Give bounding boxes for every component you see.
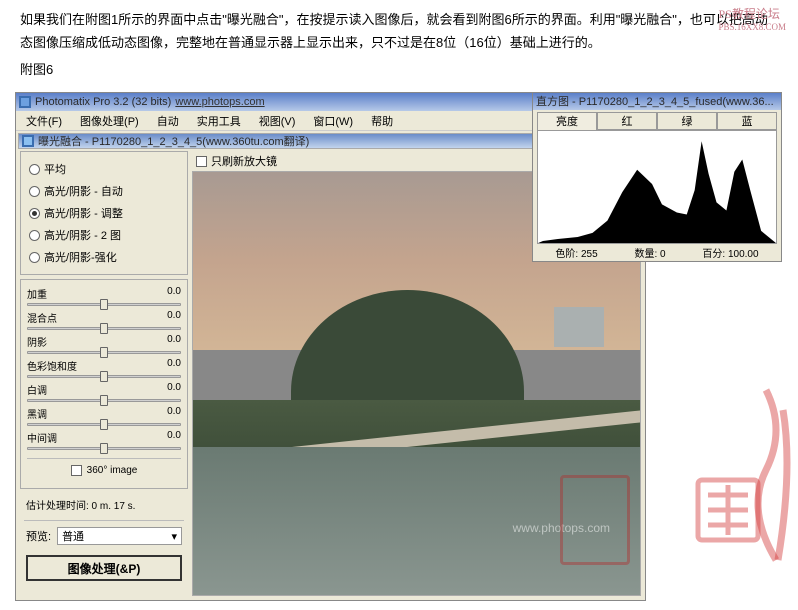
histogram-info: 色阶: 255 数量: 0 百分: 100.00 [533, 244, 781, 261]
slider-value: 0.0 [167, 430, 181, 445]
radio-icon [29, 186, 40, 197]
tab-red[interactable]: 红 [597, 112, 657, 130]
radio-hs-intensive[interactable]: 高光/阴影-强化 [29, 246, 179, 268]
slider-thumb[interactable] [100, 443, 108, 454]
preview-label: 预览: [26, 528, 51, 544]
slider-thumb[interactable] [100, 419, 108, 430]
app-icon [19, 96, 31, 108]
description-text: 如果我们在附图1所示的界面中点击"曝光融合"，在按提示读入图像后，就会看到附图6… [0, 0, 798, 59]
slider-label: 白调 [27, 382, 47, 397]
menu-window[interactable]: 窗口(W) [305, 111, 361, 131]
slider-label: 阴影 [27, 334, 47, 349]
slider-panel: 加重 0.0 混合点 0.0 阴影 0.0 色彩饱和度 0.0 白调 0.0 [20, 279, 188, 489]
histogram-window: 直方图 - P1170280_1_2_3_4_5_fused(www.36...… [532, 92, 782, 262]
menu-tools[interactable]: 实用工具 [189, 111, 249, 131]
slider-value: 0.0 [167, 286, 181, 301]
preview-select[interactable]: 普通 ▾ [57, 527, 182, 545]
slider-value: 0.0 [167, 310, 181, 325]
checkbox-360[interactable]: 360° image [27, 459, 181, 482]
checkbox-label: 360° image [87, 465, 138, 476]
slider-track[interactable] [27, 351, 181, 354]
checkbox-icon [71, 465, 82, 476]
forum-watermark: PS教程论坛 PBS.16XX8.COM [718, 5, 786, 32]
app-title-link[interactable]: www.photops.com [175, 96, 264, 108]
slider-blend: 混合点 0.0 [27, 308, 181, 332]
slider-shadow: 阴影 0.0 [27, 332, 181, 356]
slider-label: 中间调 [27, 430, 57, 445]
doc-icon [22, 135, 34, 147]
slider-value: 0.0 [167, 358, 181, 373]
estimate-time: 估计处理时间: 0 m. 17 s. [20, 493, 188, 516]
slider-track[interactable] [27, 375, 181, 378]
radio-icon [29, 164, 40, 175]
slider-label: 混合点 [27, 310, 57, 325]
radio-hs-auto[interactable]: 高光/阴影 - 自动 [29, 180, 179, 202]
page-watermark-seal [688, 360, 798, 600]
radio-icon [29, 252, 40, 263]
radio-icon [29, 208, 40, 219]
slider-label: 黑调 [27, 406, 47, 421]
refresh-checkbox[interactable] [196, 156, 207, 167]
histogram-chart [537, 130, 777, 244]
slider-track[interactable] [27, 303, 181, 306]
slider-thumb[interactable] [100, 371, 108, 382]
menu-view[interactable]: 视图(V) [251, 111, 304, 131]
slider-strength: 加重 0.0 [27, 284, 181, 308]
menu-file[interactable]: 文件(F) [18, 111, 70, 131]
slider-thumb[interactable] [100, 299, 108, 310]
slider-value: 0.0 [167, 406, 181, 421]
tab-green[interactable]: 绿 [657, 112, 717, 130]
seal-watermark [560, 475, 630, 565]
slider-thumb[interactable] [100, 323, 108, 334]
menu-help[interactable]: 帮助 [363, 111, 401, 131]
process-button[interactable]: 图像处理(&P) [26, 555, 182, 581]
radio-icon [29, 230, 40, 241]
tab-luminance[interactable]: 亮度 [537, 112, 597, 130]
slider-track[interactable] [27, 423, 181, 426]
menu-auto[interactable]: 自动 [149, 111, 187, 131]
doc-title: 曝光融合 - P1170280_1_2_3_4_5(www.360tu.com翻… [38, 133, 309, 149]
histogram-tabs: 亮度 红 绿 蓝 [533, 110, 781, 130]
radio-average[interactable]: 平均 [29, 158, 179, 180]
menu-process[interactable]: 图像处理(P) [72, 111, 147, 131]
radio-hs-adjust[interactable]: 高光/阴影 - 调整 [29, 202, 179, 224]
slider-label: 加重 [27, 286, 47, 301]
method-radio-group: 平均 高光/阴影 - 自动 高光/阴影 - 调整 高光/阴影 - 2 图 高光/… [20, 151, 188, 275]
sidebar: 平均 高光/阴影 - 自动 高光/阴影 - 调整 高光/阴影 - 2 图 高光/… [20, 151, 188, 596]
slider-track[interactable] [27, 399, 181, 402]
radio-hs-2img[interactable]: 高光/阴影 - 2 图 [29, 224, 179, 246]
slider-black: 黑调 0.0 [27, 404, 181, 428]
refresh-zoom-label: 只刷新放大镜 [211, 153, 277, 169]
app-title: Photomatix Pro 3.2 (32 bits) [35, 96, 171, 108]
slider-track[interactable] [27, 447, 181, 450]
slider-label: 色彩饱和度 [27, 358, 77, 373]
slider-midtone: 中间调 0.0 [27, 428, 181, 452]
figure-caption: 附图6 [0, 59, 798, 84]
slider-thumb[interactable] [100, 347, 108, 358]
slider-thumb[interactable] [100, 395, 108, 406]
slider-white: 白调 0.0 [27, 380, 181, 404]
histogram-titlebar[interactable]: 直方图 - P1170280_1_2_3_4_5_fused(www.36... [533, 93, 781, 110]
chevron-down-icon: ▾ [171, 530, 177, 543]
slider-saturation: 色彩饱和度 0.0 [27, 356, 181, 380]
histogram-title: 直方图 - P1170280_1_2_3_4_5_fused(www.36... [536, 93, 774, 109]
slider-track[interactable] [27, 327, 181, 330]
tab-blue[interactable]: 蓝 [717, 112, 777, 130]
slider-value: 0.0 [167, 334, 181, 349]
slider-value: 0.0 [167, 382, 181, 397]
